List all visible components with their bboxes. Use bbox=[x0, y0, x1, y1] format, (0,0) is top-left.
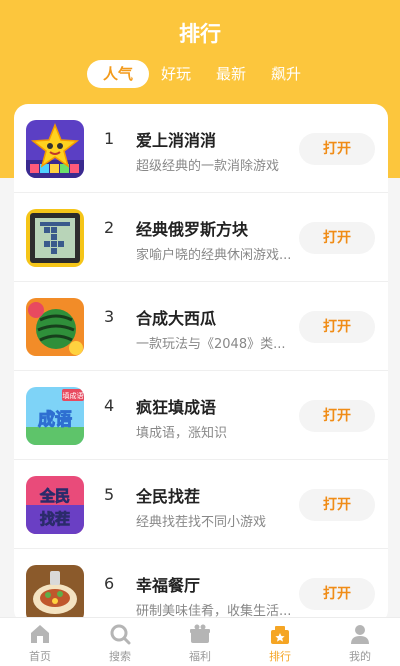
game-description: 超级经典的一款消除游戏 bbox=[136, 159, 280, 174]
nav-search[interactable]: 搜索 bbox=[80, 622, 160, 664]
tetris-icon[interactable] bbox=[26, 209, 84, 267]
nav-profile[interactable]: 我的 bbox=[320, 622, 400, 664]
game-description: 填成语，涨知识 bbox=[136, 426, 228, 441]
rank-number: 3 bbox=[104, 307, 115, 326]
game-name: 合成大西瓜 bbox=[136, 309, 217, 328]
game-name: 疯狂填成语 bbox=[136, 398, 217, 417]
nav-label: 我的 bbox=[349, 650, 371, 663]
rank-number: 2 bbox=[104, 218, 115, 237]
open-button[interactable]: 打开 bbox=[299, 133, 375, 165]
rank-number: 5 bbox=[104, 485, 115, 504]
profile-icon bbox=[351, 625, 369, 644]
watermelon-icon[interactable] bbox=[26, 298, 84, 356]
home-icon bbox=[31, 625, 49, 643]
ranking-icon bbox=[271, 626, 289, 644]
icon-text: 全民 bbox=[39, 487, 70, 505]
badge-text: 填成语 bbox=[63, 391, 84, 400]
nav-label: 排行 bbox=[269, 650, 291, 663]
nav-home[interactable]: 首页 bbox=[0, 622, 80, 664]
open-button[interactable]: 打开 bbox=[299, 578, 375, 610]
restaurant-icon[interactable] bbox=[26, 565, 84, 623]
game-name: 爱上消消消 bbox=[136, 131, 217, 150]
rank-number: 1 bbox=[104, 129, 115, 148]
tab-newest[interactable]: 最新 bbox=[208, 60, 254, 88]
nav-welfare[interactable]: 福利 bbox=[160, 622, 240, 664]
rank-number: 4 bbox=[104, 396, 115, 415]
rank-number: 6 bbox=[104, 574, 115, 593]
game-name: 幸福餐厅 bbox=[136, 576, 201, 595]
game-name: 全民找茬 bbox=[136, 487, 201, 506]
list-item[interactable]: 1 爱上消消消 超级经典的一款消除游戏 打开 bbox=[14, 104, 388, 193]
nav-label: 搜索 bbox=[109, 650, 131, 663]
nav-label: 福利 bbox=[189, 650, 211, 663]
game-name: 经典俄罗斯方块 bbox=[136, 220, 249, 239]
list-item[interactable]: 2 经典俄罗斯方块 家喻户晓的经典休闲游戏... 打开 bbox=[14, 193, 388, 282]
page-title: 排行 bbox=[179, 22, 221, 46]
list-item[interactable]: 6 幸福餐厅 研制美味佳肴，收集生活... 打开 bbox=[14, 549, 388, 624]
idiom-icon[interactable]: 填成语 成语 bbox=[26, 387, 84, 445]
open-button[interactable]: 打开 bbox=[299, 489, 375, 521]
search-icon bbox=[110, 624, 131, 645]
gift-icon bbox=[190, 624, 210, 643]
list-item[interactable]: 3 合成大西瓜 一款玩法与《2048》类... 打开 bbox=[14, 282, 388, 371]
open-button[interactable]: 打开 bbox=[299, 400, 375, 432]
nav-label: 首页 bbox=[29, 650, 51, 663]
game-description: 家喻户晓的经典休闲游戏... bbox=[136, 248, 292, 263]
tab-popular[interactable]: 人气 bbox=[87, 60, 149, 88]
ranking-tabs: 人气 好玩 最新 飙升 bbox=[0, 60, 400, 90]
bottom-nav: 首页 搜索 福利 排行 我的 bbox=[0, 617, 400, 666]
game-description: 一款玩法与《2048》类... bbox=[136, 337, 286, 352]
list-item[interactable]: 填成语 成语 4 疯狂填成语 填成语，涨知识 打开 bbox=[14, 371, 388, 460]
game-description: 经典找茬找不同小游戏 bbox=[136, 515, 267, 530]
list-item[interactable]: 全民 找茬 5 全民找茬 经典找茬找不同小游戏 打开 bbox=[14, 460, 388, 549]
icon-text: 找茬 bbox=[40, 510, 70, 528]
ranking-list: 1 爱上消消消 超级经典的一款消除游戏 打开 2 经典俄罗斯方块 家喻户晓的经典… bbox=[14, 104, 388, 624]
open-button[interactable]: 打开 bbox=[299, 222, 375, 254]
nav-ranking[interactable]: 排行 bbox=[240, 622, 320, 664]
tab-fun[interactable]: 好玩 bbox=[153, 60, 199, 88]
icon-text: 成语 bbox=[38, 409, 72, 430]
open-button[interactable]: 打开 bbox=[299, 311, 375, 343]
star-puzzle-icon[interactable] bbox=[26, 120, 84, 178]
tab-rising[interactable]: 飙升 bbox=[263, 60, 309, 88]
spot-difference-icon[interactable]: 全民 找茬 bbox=[26, 476, 84, 534]
